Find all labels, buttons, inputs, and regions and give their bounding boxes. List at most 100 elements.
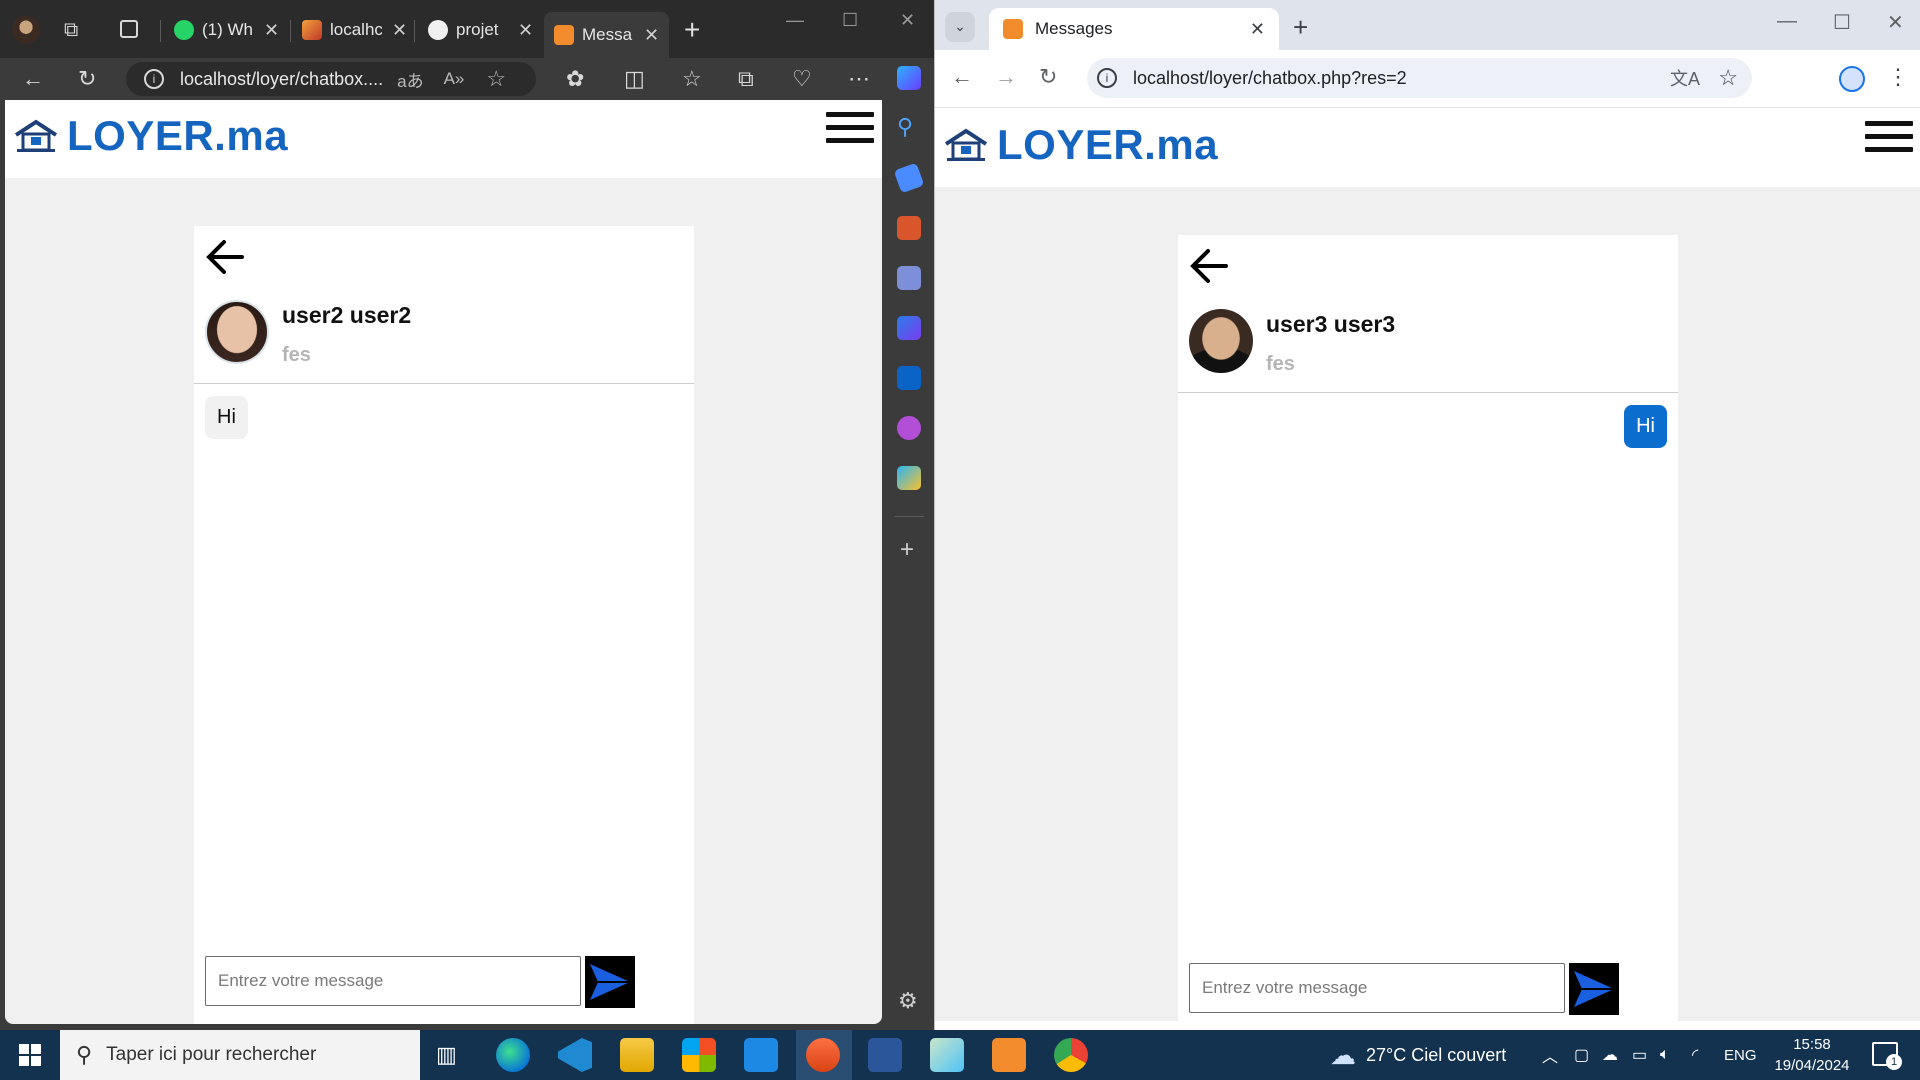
collections-icon[interactable]: ⧉	[738, 67, 754, 91]
meet-now-icon[interactable]: ▢	[1574, 1030, 1589, 1080]
more-menu-icon[interactable]: ⋯	[848, 67, 870, 91]
new-tab-button[interactable]: +	[1293, 12, 1308, 43]
site-logo[interactable]: LOYER.ma	[13, 112, 288, 160]
back-icon[interactable]: ←	[951, 64, 973, 90]
designer-icon[interactable]	[897, 416, 921, 440]
bookmark-star-icon[interactable]: ☆	[1718, 65, 1738, 91]
message-input[interactable]	[1189, 963, 1565, 1013]
maximize-button[interactable]: ☐	[842, 10, 858, 31]
edge-app-icon[interactable]	[496, 1038, 530, 1072]
tab-whatsapp[interactable]: (1) Wh ✕	[174, 12, 279, 48]
xampp-app-icon[interactable]	[992, 1038, 1026, 1072]
vscode-app-icon[interactable]	[558, 1038, 592, 1072]
tab-messages[interactable]: Messa ✕	[544, 12, 670, 58]
back-arrow-icon[interactable]	[204, 236, 246, 278]
hamburger-menu-icon[interactable]	[826, 112, 874, 146]
start-button[interactable]	[0, 1030, 60, 1080]
browser-essentials-icon[interactable]: ♡	[792, 67, 812, 91]
taskbar-search[interactable]: ⚲ Taper ici pour rechercher	[60, 1030, 420, 1080]
minimize-button[interactable]: —	[1777, 10, 1797, 33]
settings-gear-icon[interactable]: ⚙	[898, 988, 918, 1014]
edge-sidebar: ⚲ + ⚙	[884, 58, 934, 1030]
extensions-icon[interactable]: ✿	[566, 67, 584, 91]
store-app-icon[interactable]	[682, 1038, 716, 1072]
back-arrow-icon[interactable]	[1188, 245, 1230, 287]
send-arrow-icon	[590, 964, 630, 1000]
site-header: LOYER.ma	[935, 109, 1920, 187]
mail-app-icon[interactable]	[744, 1038, 778, 1072]
refresh-icon[interactable]: ↻	[1039, 64, 1057, 90]
chat-user-city: fes	[1266, 353, 1295, 375]
translate-icon[interactable]: 文A	[1670, 65, 1700, 91]
clock[interactable]: 15:58 19/04/2024	[1766, 1034, 1858, 1076]
chat-header: user2 user2 fes	[194, 300, 694, 384]
microsoft365-icon[interactable]	[897, 316, 921, 340]
site-logo[interactable]: LOYER.ma	[943, 121, 1218, 169]
close-icon[interactable]: ✕	[518, 20, 533, 41]
read-aloud-icon[interactable]: A»	[444, 69, 465, 89]
close-icon[interactable]: ✕	[392, 20, 407, 41]
git-app-icon[interactable]	[806, 1038, 840, 1072]
refresh-icon[interactable]: ↻	[78, 67, 96, 91]
favorite-star-icon[interactable]: ☆	[486, 66, 506, 92]
show-hidden-icons[interactable]: ︿	[1542, 1030, 1558, 1080]
onedrive-icon[interactable]: ☁	[1602, 1030, 1618, 1080]
vertical-tabs-icon[interactable]	[120, 20, 138, 38]
shopping-tag-icon[interactable]	[893, 162, 925, 194]
site-info-icon[interactable]: i	[144, 69, 164, 89]
weather-widget[interactable]: ☁ 27°C Ciel couvert	[1330, 1030, 1506, 1080]
site-info-icon[interactable]: i	[1097, 68, 1117, 88]
maximize-button[interactable]: ☐	[1833, 10, 1851, 35]
language-indicator[interactable]: ENG	[1724, 1030, 1757, 1080]
close-window-button[interactable]: ✕	[900, 10, 915, 31]
minimize-button[interactable]: —	[786, 10, 804, 31]
notepad-app-icon[interactable]	[930, 1038, 964, 1072]
weather-text: 27°C Ciel couvert	[1366, 1044, 1507, 1065]
games-icon[interactable]	[897, 266, 921, 290]
hamburger-menu-icon[interactable]	[1865, 121, 1913, 155]
url-text: localhost/loyer/chatbox.php?res=2	[1133, 67, 1407, 88]
tab-label: (1) Wh	[202, 20, 253, 39]
close-icon[interactable]: ✕	[644, 25, 659, 46]
new-tab-button[interactable]: +	[684, 14, 700, 46]
workspaces-icon[interactable]: ⧉	[64, 18, 78, 42]
address-bar[interactable]: i localhost/loyer/chatbox.... aあ A» ☆	[126, 62, 536, 96]
tools-icon[interactable]	[897, 216, 921, 240]
wifi-icon[interactable]: ◜	[1692, 1030, 1698, 1080]
message-input[interactable]	[205, 956, 581, 1006]
chat-user-name: user3 user3	[1266, 311, 1396, 337]
close-window-button[interactable]: ✕	[1887, 10, 1904, 35]
address-bar[interactable]: i localhost/loyer/chatbox.php?res=2 文A ☆	[1087, 58, 1752, 98]
send-button[interactable]	[1569, 963, 1619, 1015]
profile-icon[interactable]	[1839, 66, 1865, 92]
tab-localhost[interactable]: localhc ✕	[302, 12, 407, 48]
split-screen-icon[interactable]: ◫	[624, 67, 645, 91]
forward-icon[interactable]: →	[995, 64, 1017, 90]
tab-messages[interactable]: Messages ✕	[989, 8, 1279, 50]
more-menu-icon[interactable]: ⋮	[1887, 64, 1909, 90]
clock-date: 19/04/2024	[1774, 1057, 1850, 1074]
send-button[interactable]	[585, 956, 635, 1008]
drop-icon[interactable]	[897, 466, 921, 490]
battery-icon[interactable]: ▭	[1632, 1030, 1647, 1080]
favorites-icon[interactable]: ☆	[682, 67, 702, 91]
search-icon[interactable]: ⚲	[897, 114, 921, 139]
chrome-app-icon[interactable]	[1054, 1038, 1088, 1072]
word-app-icon[interactable]	[868, 1038, 902, 1072]
add-icon[interactable]: +	[900, 536, 914, 564]
tab-search-button[interactable]: ⌄	[945, 12, 975, 42]
profile-avatar[interactable]	[12, 16, 40, 44]
edge-page-viewport: LOYER.ma user2 user2 fes Hi	[5, 100, 882, 1024]
whatsapp-icon	[174, 20, 194, 40]
tab-github[interactable]: projet ✕	[428, 12, 533, 48]
file-explorer-icon[interactable]	[620, 1038, 654, 1072]
translate-icon[interactable]: aあ	[397, 67, 423, 92]
outlook-icon[interactable]	[897, 366, 921, 390]
clock-time: 15:58	[1793, 1036, 1831, 1053]
close-icon[interactable]: ✕	[1250, 19, 1265, 40]
task-view-icon[interactable]: ▥	[436, 1042, 457, 1068]
back-icon[interactable]: ←	[22, 67, 44, 91]
close-icon[interactable]: ✕	[264, 20, 279, 41]
volume-icon[interactable]: 🔈︎	[1660, 1030, 1670, 1080]
copilot-icon[interactable]	[897, 66, 921, 90]
